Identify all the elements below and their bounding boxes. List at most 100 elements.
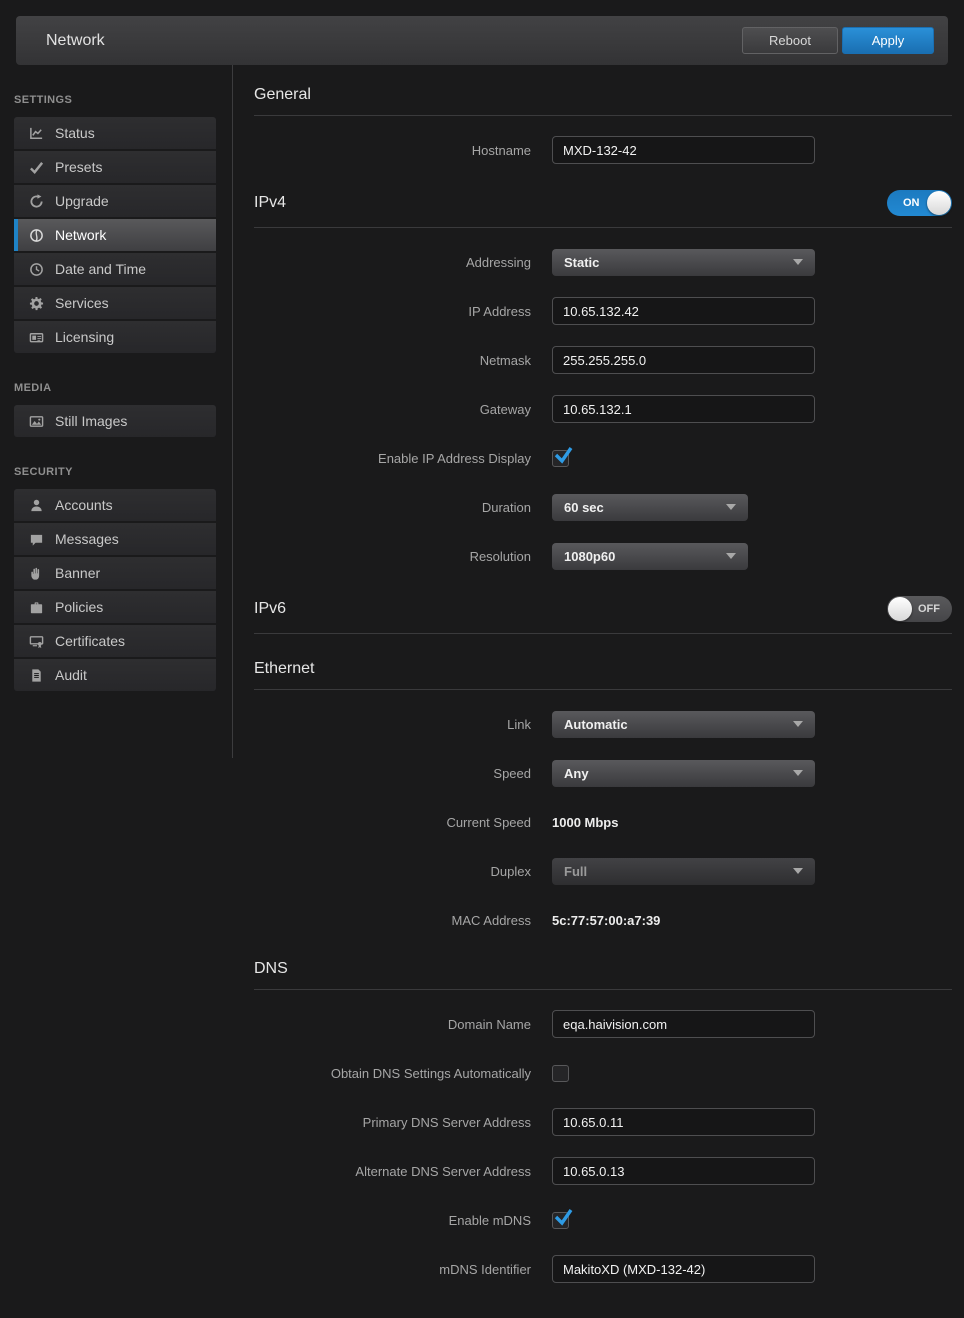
alternate-dns-input[interactable] [552,1157,815,1185]
ipv4-toggle[interactable]: ON [887,190,952,216]
domain-name-label: Domain Name [254,1017,531,1032]
check-icon [553,446,573,469]
addressing-label: Addressing [254,255,531,270]
duration-select[interactable]: 60 sec [552,494,748,521]
sidebar-item-label: Presets [55,159,102,175]
gateway-input[interactable] [552,395,815,423]
toggle-knob [927,191,951,215]
ipv4-toggle-label: ON [903,190,920,216]
certificate-icon [28,633,44,649]
duplex-label: Duplex [254,864,531,879]
speed-select[interactable]: Any [552,760,815,787]
hostname-input[interactable] [552,136,815,164]
refresh-icon [28,193,44,209]
primary-dns-label: Primary DNS Server Address [254,1115,531,1130]
security-nav: Accounts Messages Banner Policies Certif… [14,489,216,691]
obtain-dns-auto-label: Obtain DNS Settings Automatically [254,1066,531,1081]
sidebar-item-presets[interactable]: Presets [14,151,216,183]
general-title: General [254,86,311,104]
sidebar-item-label: Messages [55,531,119,547]
chevron-down-icon [726,553,736,559]
section-ipv6-header: IPv6 OFF [254,596,952,634]
sidebar-item-status[interactable]: Status [14,117,216,149]
ipv6-toggle[interactable]: OFF [887,596,952,622]
clock-icon [28,261,44,277]
chevron-down-icon [726,504,736,510]
briefcase-icon [28,599,44,615]
sidebar-item-network[interactable]: Network [14,219,216,251]
sidebar-section-media: MEDIA [14,382,232,394]
current-speed-row: Current Speed 1000 Mbps [254,808,952,836]
mdns-identifier-input[interactable] [552,1255,815,1283]
sidebar-item-accounts[interactable]: Accounts [14,489,216,521]
section-ethernet-header: Ethernet [254,660,952,690]
sidebar-item-licensing[interactable]: Licensing [14,321,216,353]
sidebar-item-label: Still Images [55,413,127,429]
link-value: Automatic [564,717,628,732]
license-card-icon [28,329,44,345]
sidebar-item-label: Certificates [55,633,125,649]
sidebar-item-label: Services [55,295,109,311]
netmask-label: Netmask [254,353,531,368]
mdns-identifier-row: mDNS Identifier [254,1255,952,1283]
ip-address-input[interactable] [552,297,815,325]
sidebar-item-date-and-time[interactable]: Date and Time [14,253,216,285]
domain-name-row: Domain Name [254,1010,952,1038]
duration-value: 60 sec [564,500,604,515]
enable-mdns-checkbox[interactable] [552,1212,569,1229]
mac-address-row: MAC Address 5c:77:57:00:a7:39 [254,906,952,934]
enable-mdns-row: Enable mDNS [254,1206,952,1234]
chevron-down-icon [793,770,803,776]
page-title: Network [46,32,742,50]
netmask-input[interactable] [552,346,815,374]
duration-row: Duration 60 sec [254,493,952,521]
enable-ip-display-checkbox[interactable] [552,450,569,467]
ipv6-toggle-label: OFF [918,596,940,622]
reboot-button[interactable]: Reboot [742,27,838,54]
sidebar-item-banner[interactable]: Banner [14,557,216,589]
main-content: General Hostname IPv4 ON Addressing Stat… [233,65,964,1304]
sidebar-item-label: Network [55,227,106,243]
addressing-select[interactable]: Static [552,249,815,276]
globe-icon [28,227,44,243]
sidebar-item-label: Policies [55,599,103,615]
gateway-row: Gateway [254,395,952,423]
primary-dns-input[interactable] [552,1108,815,1136]
resolution-row: Resolution 1080p60 [254,542,952,570]
sidebar-item-still-images[interactable]: Still Images [14,405,216,437]
obtain-dns-auto-checkbox[interactable] [552,1065,569,1082]
speed-value: Any [564,766,589,781]
duplex-row: Duplex Full [254,857,952,885]
ipv4-title: IPv4 [254,194,286,212]
sidebar-item-upgrade[interactable]: Upgrade [14,185,216,217]
mac-address-label: MAC Address [254,913,531,928]
apply-button[interactable]: Apply [842,27,934,54]
sidebar-item-label: Status [55,125,95,141]
document-icon [28,667,44,683]
sidebar-item-label: Upgrade [55,193,109,209]
hostname-row: Hostname [254,136,952,164]
link-select[interactable]: Automatic [552,711,815,738]
ethernet-title: Ethernet [254,660,314,678]
hand-icon [28,565,44,581]
person-icon [28,497,44,513]
obtain-dns-auto-row: Obtain DNS Settings Automatically [254,1059,952,1087]
addressing-value: Static [564,255,599,270]
page-header: Network Reboot Apply [16,16,948,65]
speech-bubble-icon [28,531,44,547]
sidebar-item-certificates[interactable]: Certificates [14,625,216,657]
chevron-down-icon [793,721,803,727]
speed-label: Speed [254,766,531,781]
sidebar-item-policies[interactable]: Policies [14,591,216,623]
netmask-row: Netmask [254,346,952,374]
check-icon [28,159,44,175]
sidebar-item-messages[interactable]: Messages [14,523,216,555]
enable-ip-display-row: Enable IP Address Display [254,444,952,472]
sidebar-item-services[interactable]: Services [14,287,216,319]
resolution-select[interactable]: 1080p60 [552,543,748,570]
sidebar-item-label: Date and Time [55,261,146,277]
addressing-row: Addressing Static [254,248,952,276]
sidebar-item-audit[interactable]: Audit [14,659,216,691]
sidebar-item-label: Banner [55,565,100,581]
domain-name-input[interactable] [552,1010,815,1038]
